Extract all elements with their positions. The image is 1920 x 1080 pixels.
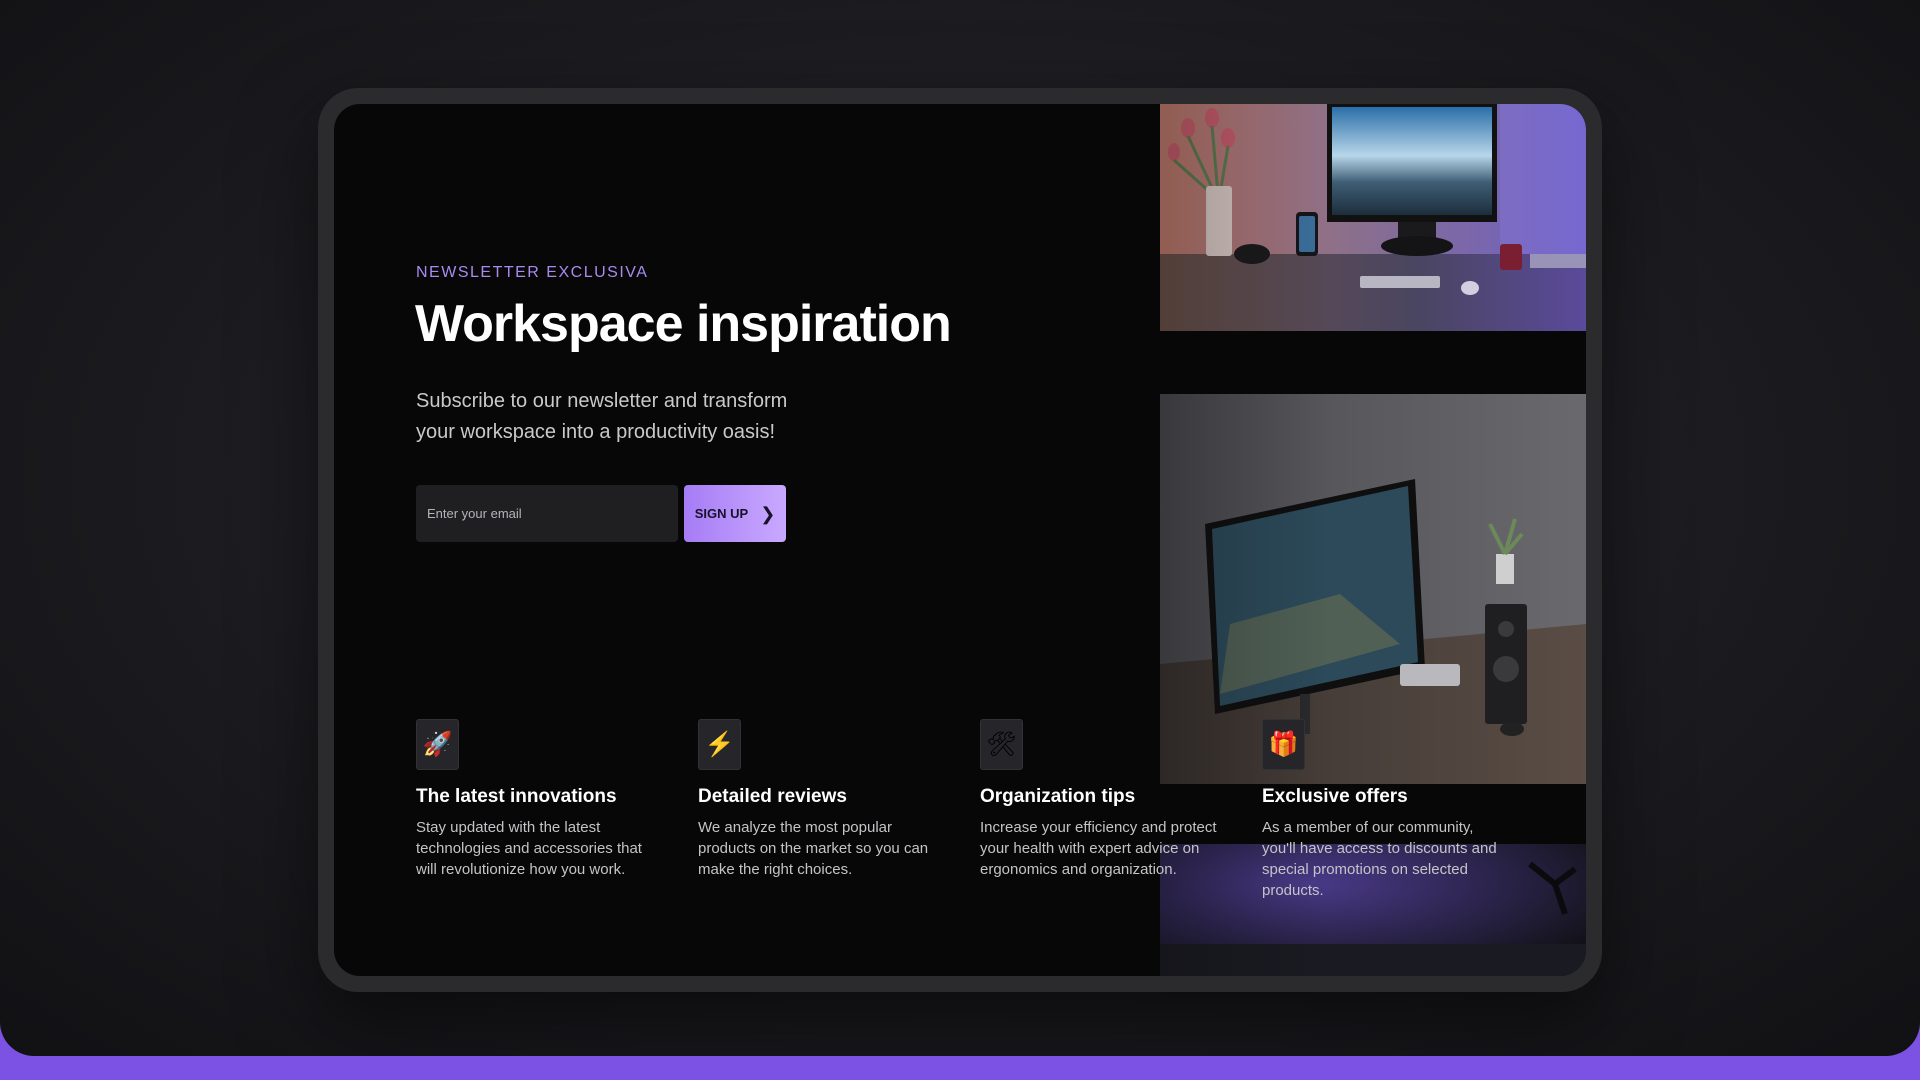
feature-description: We analyze the most popular products on … [698,819,929,878]
feature-card-organization: 🛠 Organization tips Increase your effici… [980,719,1225,880]
page-subtitle: Subscribe to our newsletter and transfor… [416,390,788,443]
app-window: NEWSLETTER EXCLUSIVA Workspace inspirati… [0,0,1920,1056]
signup-button[interactable]: SIGN UP ❯ [684,485,786,542]
feature-title: Organization tips [980,786,1136,807]
gift-icon: 🎁 [1262,719,1305,770]
eyebrow-label: NEWSLETTER EXCLUSIVA [416,264,649,281]
feature-description: Increase your efficiency and protect you… [980,819,1217,878]
tools-icon: 🛠 [980,719,1023,770]
lightning-icon: ⚡ [698,719,741,770]
feature-description: As a member of our community, you'll hav… [1262,819,1497,899]
email-input[interactable] [416,485,678,542]
feature-title: Exclusive offers [1262,786,1408,807]
rocket-icon: 🚀 [416,719,459,770]
feature-card-innovations: 🚀 The latest innovations Stay updated wi… [416,719,661,880]
feature-card-reviews: ⚡ Detailed reviews We analyze the most p… [698,719,943,880]
feature-title: Detailed reviews [698,786,847,807]
chevron-right-icon: ❯ [760,503,776,524]
feature-card-offers: 🎁 Exclusive offers As a member of our co… [1262,719,1507,901]
landing-page: NEWSLETTER EXCLUSIVA Workspace inspirati… [334,104,1586,976]
page-title: Workspace inspiration [415,295,952,353]
signup-button-label: SIGN UP [694,506,749,521]
desk-setup-photo-top [1160,104,1586,331]
feature-title: The latest innovations [416,786,617,807]
tablet-frame: NEWSLETTER EXCLUSIVA Workspace inspirati… [318,88,1602,992]
feature-description: Stay updated with the latest technologie… [416,819,642,878]
